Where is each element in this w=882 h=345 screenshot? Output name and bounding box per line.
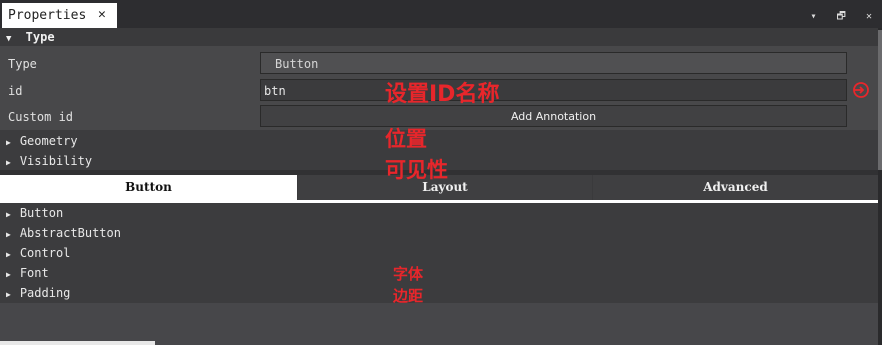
type-label: Type <box>8 57 37 71</box>
annotation-visibility: 可见性 <box>385 158 448 182</box>
tab-title: Properties <box>8 8 87 23</box>
collapsed-arrow-icon: ▶ <box>6 230 11 239</box>
id-label: id <box>8 84 23 98</box>
visibility-group[interactable]: ▶ Visibility <box>6 154 92 168</box>
empty-area <box>0 303 878 345</box>
padding-group-label: Padding <box>19 286 71 300</box>
panel-title-bar: Properties ✕ ▾ 🗗 ✕ <box>0 0 882 28</box>
type-section-title: Type <box>25 30 55 44</box>
expanded-arrow-icon: ▼ <box>6 34 12 44</box>
add-annotation-button[interactable]: Add Annotation <box>260 105 847 127</box>
collapsed-arrow-icon: ▶ <box>6 270 11 279</box>
collapsed-arrow-icon: ▶ <box>6 250 11 259</box>
scrollbar-thumb[interactable] <box>878 30 882 170</box>
annotation-padding: 边距 <box>393 287 424 305</box>
menu-dropdown-icon[interactable]: ▾ <box>810 11 816 22</box>
visibility-label: Visibility <box>19 154 93 168</box>
collapsed-arrow-icon: ▶ <box>6 138 11 147</box>
float-window-icon[interactable]: 🗗 <box>837 11 846 22</box>
type-section-header[interactable]: ▼ Type <box>0 28 878 46</box>
id-input[interactable]: btn <box>260 79 847 101</box>
collapsed-arrow-icon: ▶ <box>6 210 11 219</box>
tab-advanced[interactable]: Advanced <box>593 175 878 200</box>
close-panel-icon[interactable]: ✕ <box>866 11 872 22</box>
tab-button[interactable]: Button <box>0 175 297 200</box>
window-controls: ▾ 🗗 ✕ <box>796 9 872 26</box>
annotation-id-name: 设置ID名称 <box>385 82 500 107</box>
padding-group[interactable]: ▶ Padding <box>6 286 70 300</box>
reset-icon[interactable] <box>852 81 870 99</box>
collapsed-arrow-icon: ▶ <box>6 158 11 167</box>
close-icon[interactable]: ✕ <box>98 7 106 22</box>
collapsed-arrow-icon: ▶ <box>6 290 11 299</box>
font-group-label: Font <box>19 266 49 280</box>
geometry-label: Geometry <box>19 134 78 148</box>
type-value-field: Button <box>260 52 847 74</box>
footer-strip <box>0 341 155 345</box>
geometry-group[interactable]: ▶ Geometry <box>6 134 78 148</box>
abstractbutton-group[interactable]: ▶ AbstractButton <box>6 226 121 240</box>
annotation-font: 字体 <box>393 265 424 283</box>
font-group[interactable]: ▶ Font <box>6 266 49 280</box>
control-group[interactable]: ▶ Control <box>6 246 70 260</box>
abstractbutton-group-label: AbstractButton <box>19 226 121 240</box>
control-group-label: Control <box>19 246 71 260</box>
annotation-geometry: 位置 <box>385 127 427 151</box>
tab-properties[interactable]: Properties ✕ <box>2 3 117 28</box>
button-group[interactable]: ▶ Button <box>6 206 63 220</box>
button-groups <box>0 203 878 303</box>
custom-id-label: Custom id <box>8 110 74 124</box>
button-group-label: Button <box>19 206 64 220</box>
